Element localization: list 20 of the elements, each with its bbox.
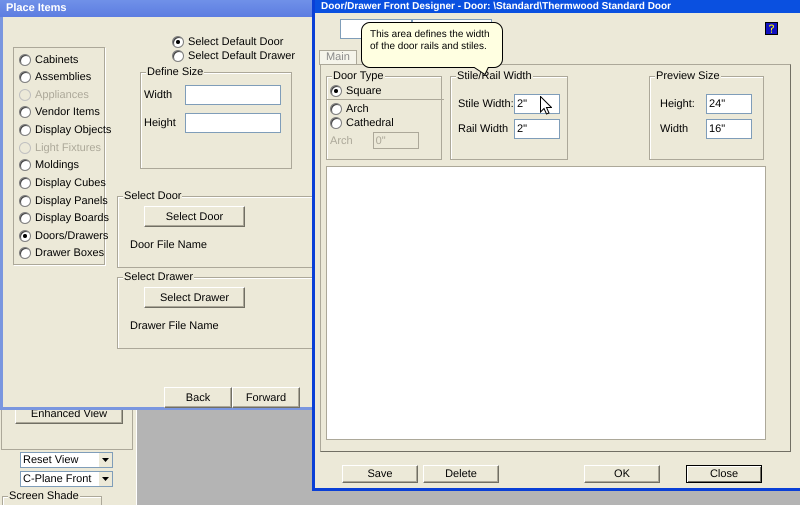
group-title: Screen Shade	[8, 490, 80, 502]
file-name-label: Door File Name	[130, 239, 208, 251]
field-label: Height:	[660, 98, 696, 110]
window-title: Door/Drawer Front Designer - Door: \Standard\Thermwood Standard Door	[315, 0, 800, 13]
field-label: Width	[144, 89, 172, 101]
dropdown-value: Reset View	[22, 454, 80, 466]
tooltip: This area defines the width of the door rails and stiles.	[361, 22, 503, 68]
field-label: Width	[660, 123, 690, 135]
group-title: Define Size	[146, 66, 204, 78]
group-title: Door Type	[332, 70, 385, 82]
field-label: Height	[144, 117, 176, 129]
field-label: Stile Width:	[458, 98, 514, 110]
field-label: Rail Width	[458, 123, 510, 135]
group-title: Preview Size	[655, 70, 721, 82]
group-title: Select Door	[123, 190, 182, 202]
group-title: Select Drawer	[123, 271, 194, 283]
field-label: Arch	[330, 134, 353, 146]
file-name-label: Drawer File Name	[130, 320, 220, 332]
dropdown-value: C-Plane Front	[22, 473, 92, 485]
group-title: Stile/Rail Width	[456, 70, 533, 82]
